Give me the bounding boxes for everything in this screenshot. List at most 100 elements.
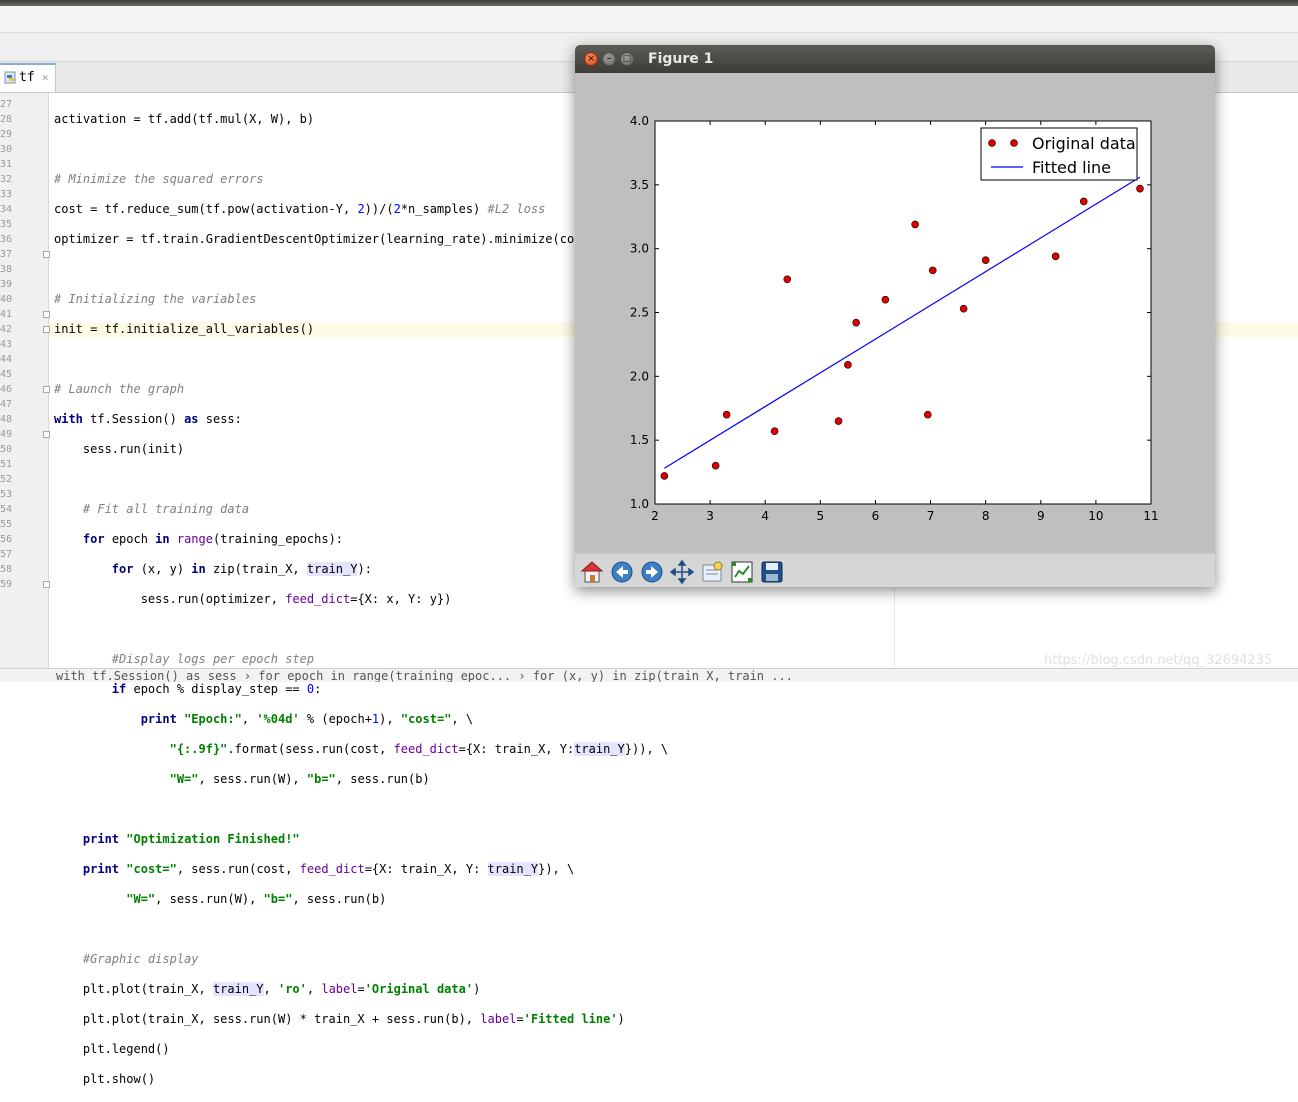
pan-icon[interactable] [669,559,695,585]
breadcrumb-bar: with tf.Session() as sess › for epoch in… [0,668,1298,682]
data-point [783,275,792,284]
minimize-icon[interactable]: – [602,52,616,66]
x-tick-label: 7 [927,509,935,523]
x-tick-label: 2 [651,509,659,523]
configure-subplots-icon[interactable] [729,559,755,585]
code-line: plt.plot(train_X, sess.run(W) * train_X … [54,1012,625,1026]
data-point [711,461,720,470]
line-number: 35 [0,219,13,230]
x-tick-label: 8 [982,509,990,523]
back-icon[interactable] [609,559,635,585]
y-tick-label: 2.0 [630,369,649,383]
line-number: 55 [0,519,13,530]
home-icon[interactable] [579,559,605,585]
line-number: 36 [0,234,13,245]
x-tick-label: 9 [1037,509,1045,523]
forward-icon[interactable] [639,559,665,585]
navigation-toolbar [575,553,1215,587]
close-icon[interactable]: × [584,52,598,66]
legend-marker [988,139,996,147]
data-point [959,304,968,313]
line-number: 27 [0,99,13,110]
line-number: 33 [0,189,13,200]
y-tick-label: 1.5 [630,433,649,447]
code-line: print "Epoch:", '%04d' % (epoch+1), "cos… [140,712,474,726]
watermark: https://blog.csdn.net/qq_32694235 [1044,653,1273,668]
figure-titlebar[interactable]: × – □ Figure 1 [575,45,1215,73]
code-line: "W=", sess.run(W), "b=", sess.run(b) [169,772,430,786]
data-point [911,220,919,229]
data-point [928,266,937,275]
line-number: 59 [0,579,13,590]
data-point [834,417,843,425]
line-number: 32 [0,174,13,185]
figure-window: × – □ Figure 1 2 3 4 5 6 7 8 9 10 11 1.0 1.5 2.0 2.5 3… [575,45,1215,587]
data-point [1079,197,1088,206]
data-point [844,361,852,369]
legend-label: Fitted line [1032,158,1111,177]
line-number: 58 [0,564,13,575]
tab-close-icon[interactable]: × [42,71,49,84]
data-point [770,427,779,436]
line-number: 31 [0,159,13,170]
line-number: 51 [0,459,13,470]
ide-menu-strip [0,6,1298,33]
line-number: 34 [0,204,13,215]
code-line: #Graphic display [82,952,199,966]
fold-marker-icon[interactable] [43,431,50,438]
line-number: 48 [0,414,13,425]
x-tick-label: 5 [817,509,825,523]
line-number: 43 [0,339,13,350]
line-number: 37 [0,249,13,260]
fold-marker-icon[interactable] [43,326,50,333]
data-point [1051,252,1060,261]
figure-title: Figure 1 [648,51,714,67]
x-tick-label: 3 [706,509,714,523]
line-number: 54 [0,504,13,515]
maximize-icon[interactable]: □ [620,52,634,66]
breadcrumb[interactable]: with tf.Session() as sess › for epoch in… [56,669,793,682]
y-tick-label: 4.0 [630,114,649,128]
line-number: 42 [0,324,13,335]
legend-marker [1010,139,1018,147]
line-number: 29 [0,129,13,140]
legend-label: Original data [1032,134,1136,153]
data-point [852,318,860,327]
line-number: 45 [0,369,13,380]
line-number: 38 [0,264,13,275]
plot-svg: 2 3 4 5 6 7 8 9 10 11 1.0 1.5 2.0 2.5 3.0 3.5 4.0 Origina… [630,114,1159,523]
editor-tab-tf[interactable]: tf × [0,63,56,92]
line-number: 49 [0,429,13,440]
line-number: 56 [0,534,13,545]
code-line: "W=", sess.run(W), "b=", sess.run(b) [126,892,387,906]
code-line: plt.plot(train_X, train_Y, 'ro', label='… [54,982,481,996]
code-line: print "cost=", sess.run(cost, feed_dict=… [82,862,575,876]
fold-marker-icon[interactable] [43,386,50,393]
line-number: 39 [0,279,13,290]
line-number: 44 [0,354,13,365]
fold-marker-icon[interactable] [43,251,50,258]
fold-marker-icon[interactable] [43,311,50,318]
line-number: 57 [0,549,13,560]
line-number: 30 [0,144,13,155]
x-tick-label: 10 [1088,509,1103,523]
data-point [722,410,731,419]
x-tick-label: 4 [761,509,769,523]
figure-canvas[interactable]: 2 3 4 5 6 7 8 9 10 11 1.0 1.5 2.0 2.5 3.0 3.5 4.0 Origina… [575,73,1215,553]
y-tick-label: 3.0 [630,242,649,256]
y-tick-label: 1.0 [630,497,649,511]
data-point [660,472,669,480]
code-line: "{:.9f}".format(sess.run(cost, feed_dict… [169,742,669,756]
x-tick-label: 6 [872,509,880,523]
fold-marker-icon[interactable] [43,581,50,588]
data-point [981,256,990,264]
y-tick-label: 3.5 [630,178,649,192]
code-line: #Display logs per epoch step [111,652,315,666]
python-file-icon [4,71,16,84]
code-line: if epoch % display_step == 0: [111,682,322,696]
zoom-rect-icon[interactable] [699,559,725,585]
data-point [881,295,890,304]
save-icon[interactable] [759,559,785,585]
